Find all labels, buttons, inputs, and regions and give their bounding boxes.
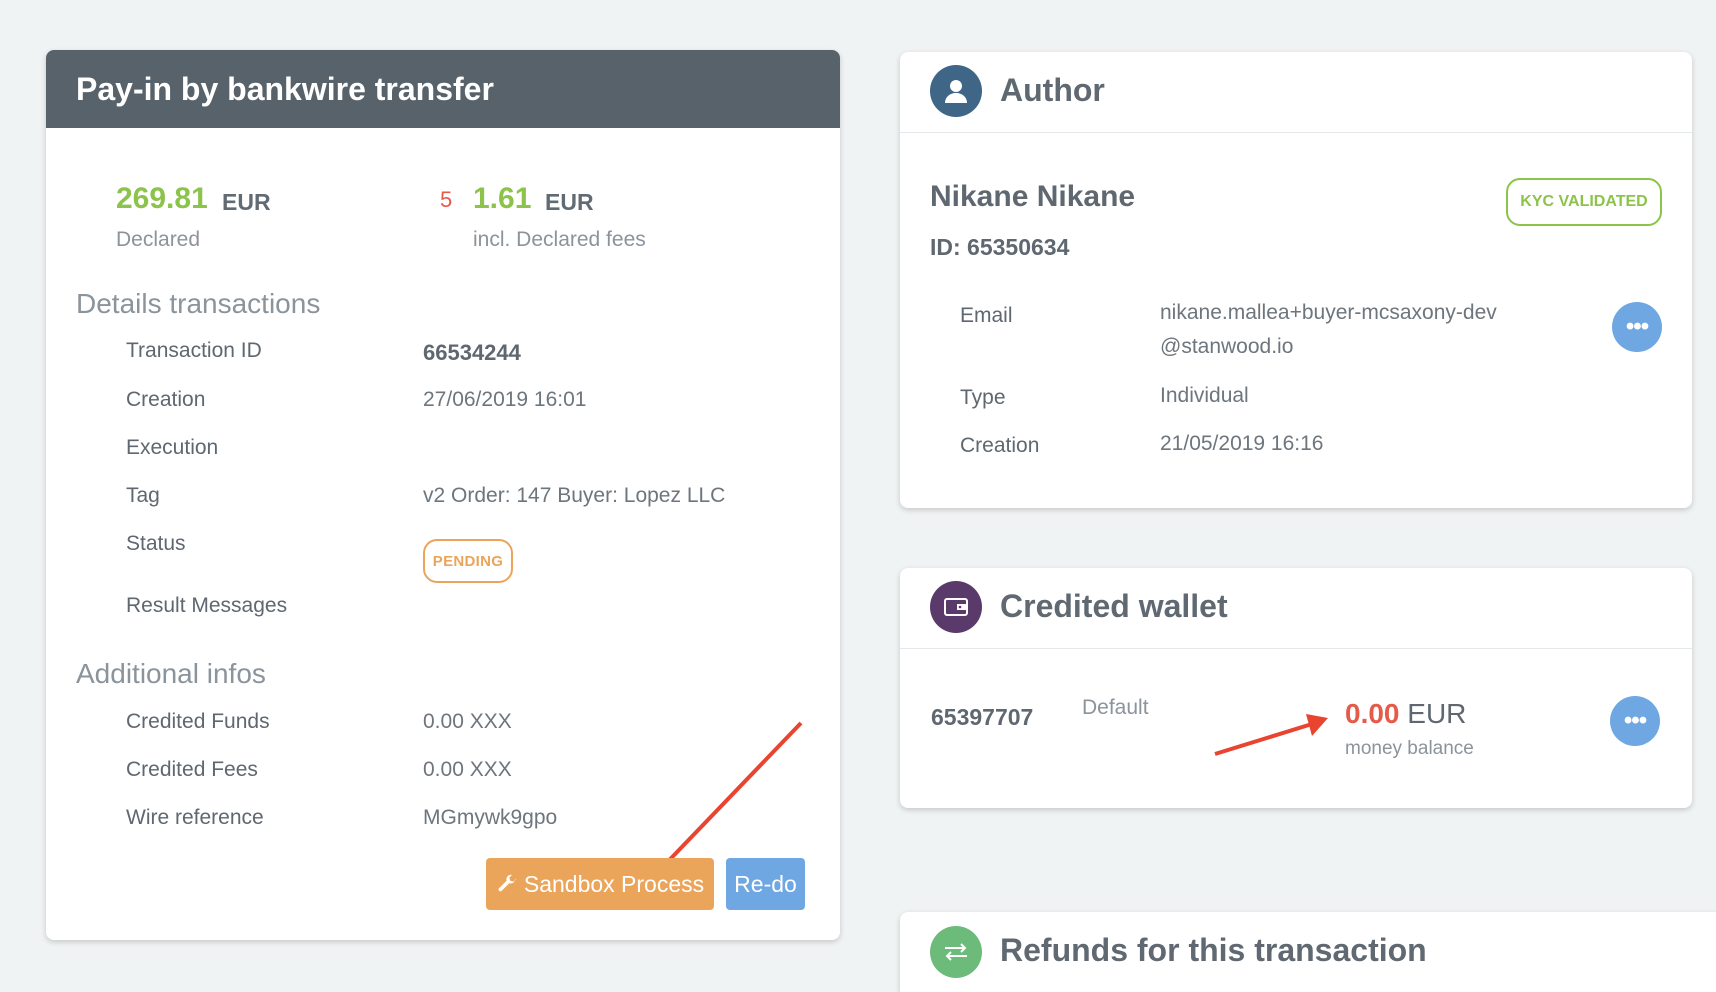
declared-currency: EUR <box>222 189 271 215</box>
additional-label-wire-reference: Wire reference <box>126 806 264 829</box>
refund-arrows-icon <box>930 926 982 978</box>
author-id: ID: 65350634 <box>930 234 1070 260</box>
user-icon <box>930 65 982 117</box>
wallet-id: 65397707 <box>931 704 1034 730</box>
author-header: Author <box>900 52 1692 133</box>
author-name: Nikane Nikane <box>930 180 1136 213</box>
additional-label-credited-funds: Credited Funds <box>126 710 270 733</box>
fees-currency: EUR <box>545 189 594 215</box>
wallet-more-button[interactable]: ••• <box>1610 696 1660 746</box>
wallet-card: Credited wallet 65397707 Default 0.00 EU… <box>900 568 1692 808</box>
kyc-badge: KYC VALIDATED <box>1506 178 1662 226</box>
author-value-email[interactable]: nikane.mallea+buyer-mcsaxony-dev@stanwoo… <box>1160 296 1510 364</box>
wallet-tag: Default <box>1082 696 1149 719</box>
fees-amount: 1.61 <box>473 182 532 215</box>
wallet-balance: 0.00 EUR <box>1345 698 1466 730</box>
declared-amount: 269.81 <box>116 182 208 215</box>
detail-value-tag: v2 Order: 147 Buyer: Lopez LLC <box>423 484 726 507</box>
additional-value-credited-funds: 0.00 XXX <box>423 710 512 733</box>
wallet-header: Credited wallet <box>900 568 1692 649</box>
declared-label: Declared <box>116 228 201 251</box>
author-more-button[interactable]: ••• <box>1612 302 1662 352</box>
wallet-balance-amount: 0.00 <box>1345 698 1400 729</box>
detail-label-result-messages: Result Messages <box>126 594 288 617</box>
detail-label-status: Status <box>126 532 186 555</box>
detail-value-creation: 27/06/2019 16:01 <box>423 388 587 411</box>
additional-label-credited-fees: Credited Fees <box>126 758 258 781</box>
additional-value-wire-reference: MGmywk9gpo <box>423 806 558 829</box>
sandbox-process-button[interactable]: Sandbox Process <box>486 858 714 910</box>
wallet-icon <box>930 581 982 633</box>
author-label-type: Type <box>960 386 1006 409</box>
author-value-type: Individual <box>1160 384 1249 407</box>
additional-value-credited-fees: 0.00 XXX <box>423 758 512 781</box>
author-label-creation: Creation <box>960 434 1040 457</box>
author-value-creation: 21/05/2019 16:16 <box>1160 432 1324 455</box>
additional-heading: Additional infos <box>76 658 266 689</box>
status-badge: PENDING <box>423 539 513 583</box>
detail-label-tag: Tag <box>126 484 160 507</box>
detail-label-creation: Creation <box>126 388 206 411</box>
sandbox-process-label: Sandbox Process <box>523 870 705 897</box>
detail-label-execution: Execution <box>126 436 219 459</box>
detail-value-transaction-id: 66534244 <box>423 340 521 365</box>
fees-count: 5 <box>440 187 453 212</box>
refunds-title: Refunds for this transaction <box>1000 932 1427 968</box>
payin-title: Pay-in by bankwire transfer <box>46 50 840 128</box>
wallet-title: Credited wallet <box>1000 588 1228 624</box>
detail-label-transaction-id: Transaction ID <box>126 339 262 362</box>
annotation-arrow-balance <box>1214 714 1328 756</box>
wrench-icon <box>498 874 517 892</box>
author-label-email: Email <box>960 304 1013 327</box>
fees-label: incl. Declared fees <box>473 228 646 251</box>
payin-card: Pay-in by bankwire transfer 269.81 EUR D… <box>46 50 840 940</box>
author-title: Author <box>1000 72 1105 108</box>
author-card: Author Nikane Nikane ID: 65350634 KYC VA… <box>900 52 1692 508</box>
wallet-balance-currency: EUR <box>1407 698 1467 729</box>
details-heading: Details transactions <box>76 288 321 319</box>
refunds-card: Refunds for this transaction <box>900 912 1716 992</box>
redo-button[interactable]: Re-do <box>726 858 805 910</box>
wallet-balance-label: money balance <box>1345 738 1474 759</box>
